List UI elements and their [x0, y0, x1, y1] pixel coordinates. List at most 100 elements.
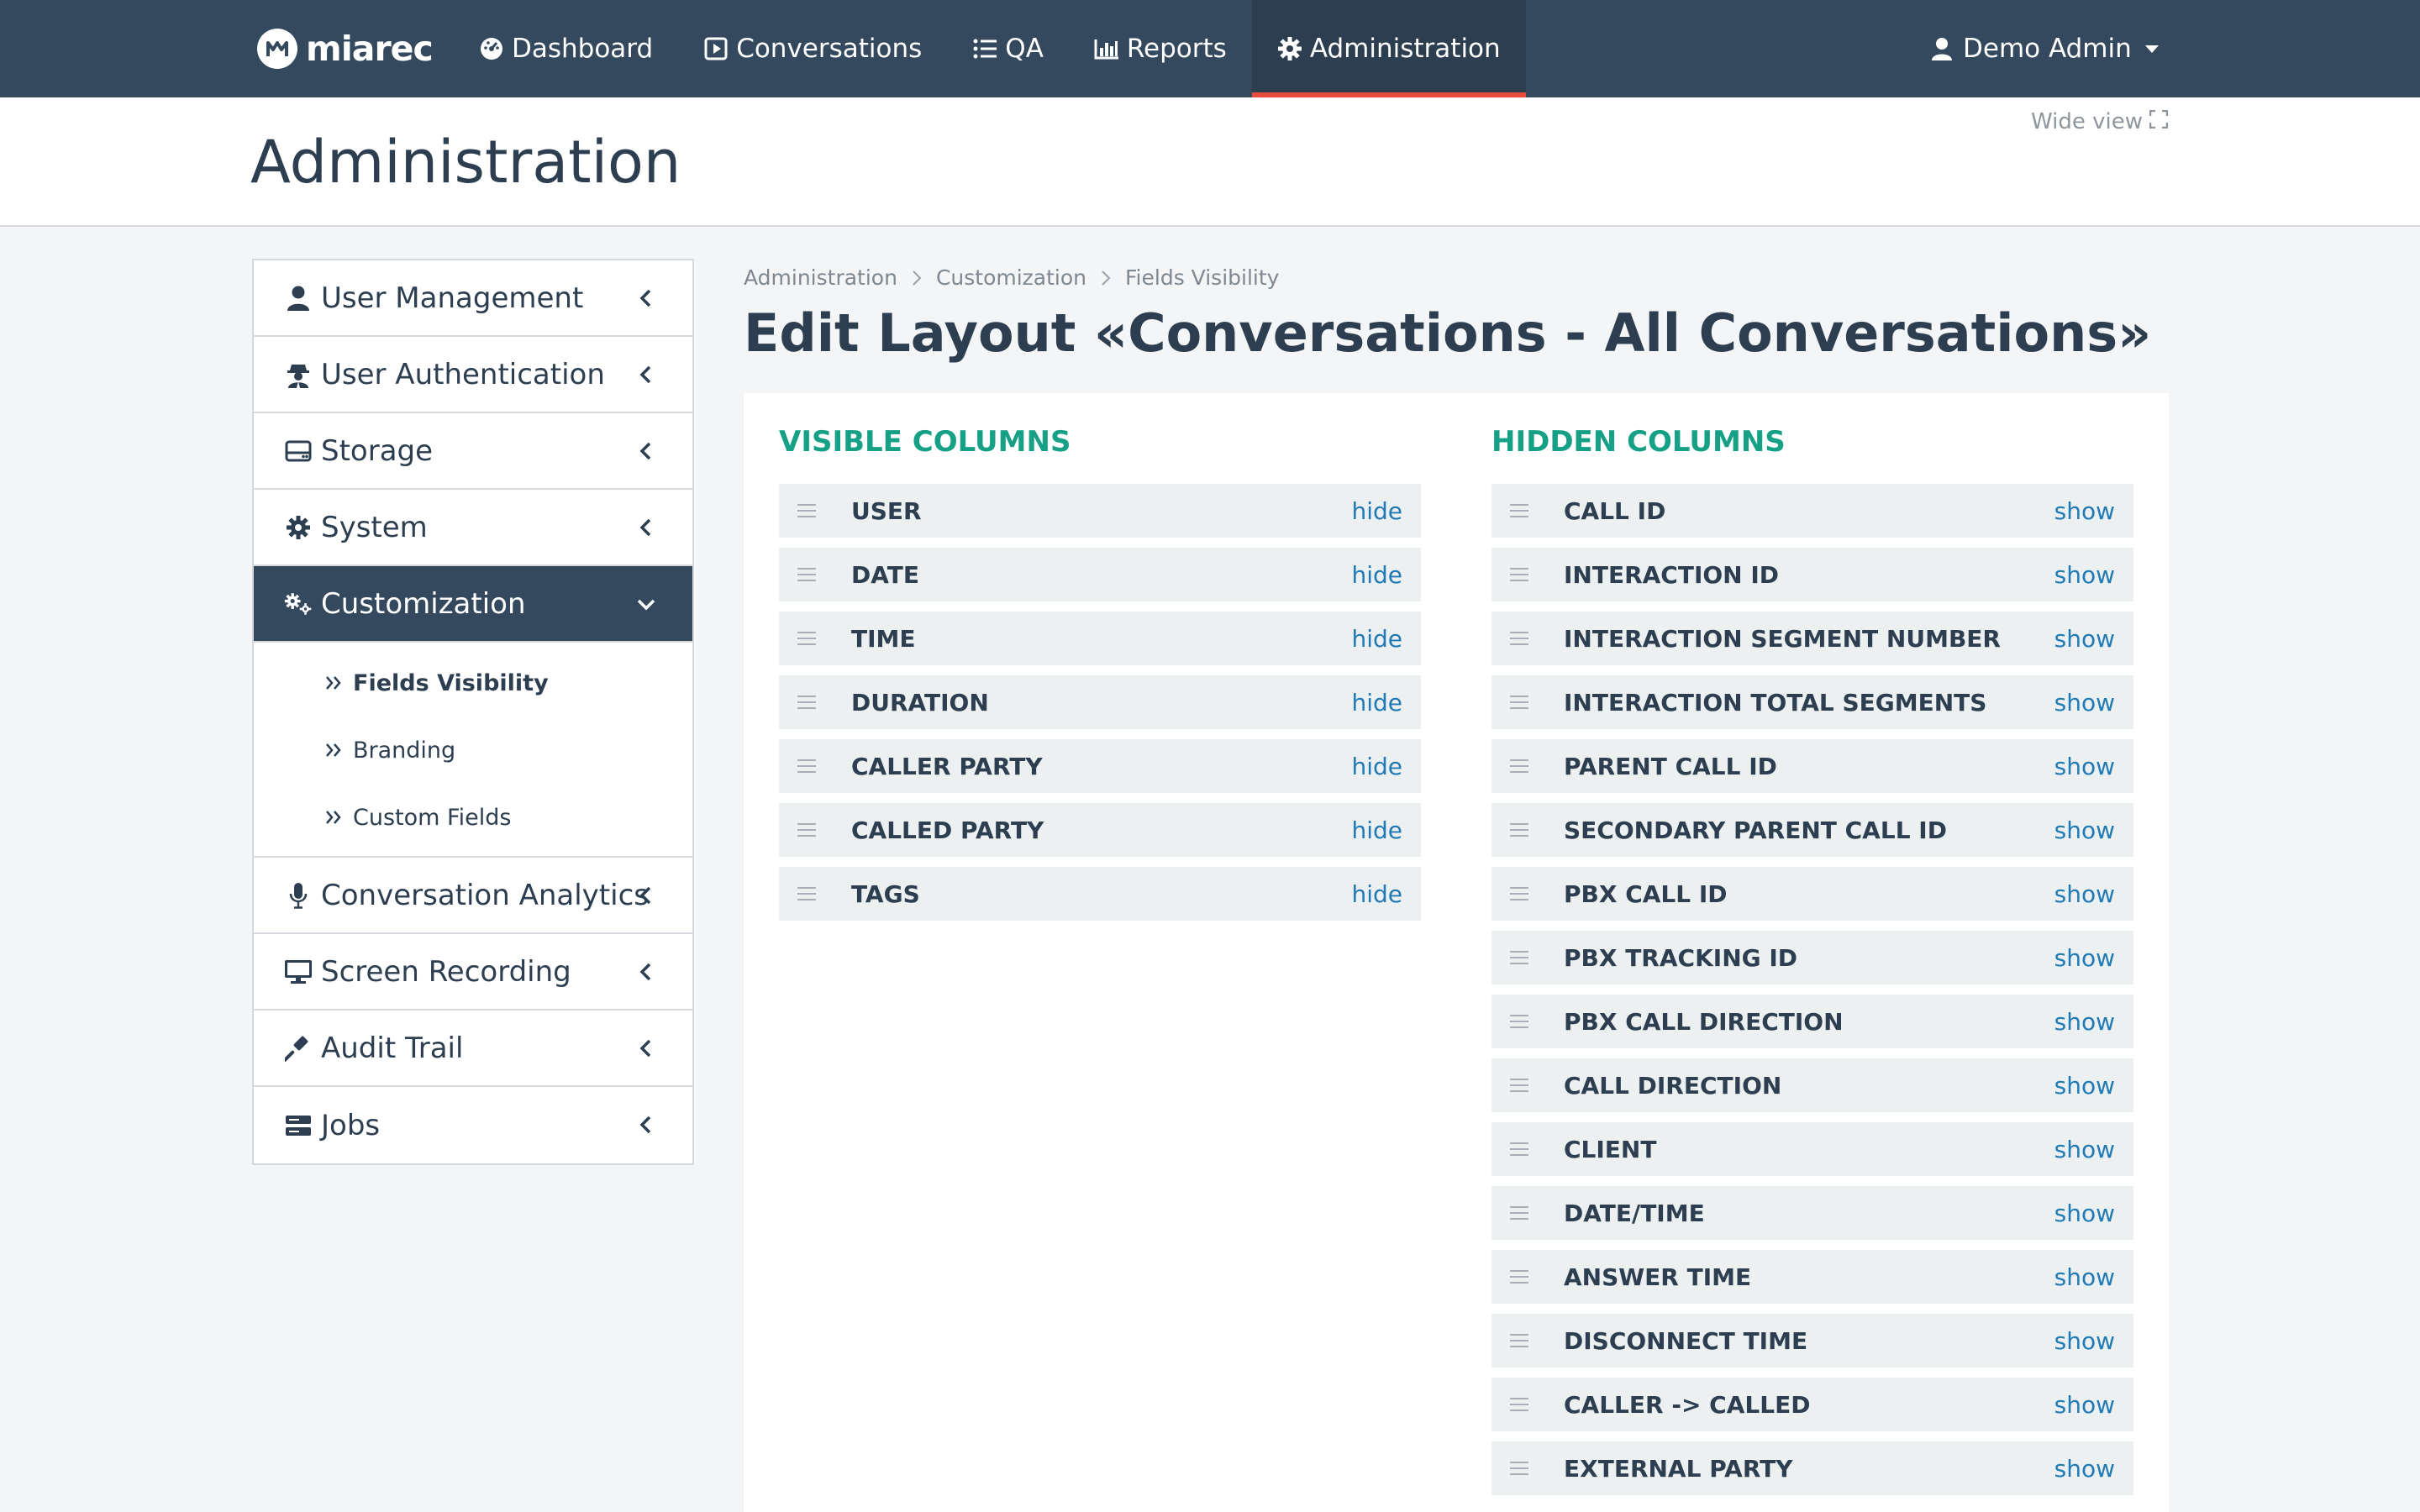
- field-row[interactable]: EXTERNAL PARTY show: [1491, 1441, 2133, 1495]
- field-name: PBX CALL DIRECTION: [1564, 1007, 1844, 1036]
- hide-link[interactable]: hide: [1351, 816, 1402, 844]
- nav-conversations[interactable]: Conversations: [678, 0, 947, 97]
- drag-handle-icon[interactable]: [797, 887, 816, 900]
- sidebar-item-user-authentication[interactable]: User Authentication: [254, 337, 692, 413]
- drag-handle-icon[interactable]: [1510, 632, 1528, 645]
- sidebar-item-audit-trail[interactable]: Audit Trail: [254, 1011, 692, 1087]
- field-row[interactable]: PBX CALL ID show: [1491, 867, 2133, 921]
- drag-handle-icon[interactable]: [1510, 504, 1528, 517]
- sidebar-item-system[interactable]: System: [254, 490, 692, 566]
- show-link[interactable]: show: [2054, 625, 2115, 653]
- hide-link[interactable]: hide: [1351, 625, 1402, 653]
- field-row[interactable]: PBX CALL DIRECTION show: [1491, 995, 2133, 1048]
- drag-handle-icon[interactable]: [1510, 887, 1528, 900]
- sidebar-item-storage[interactable]: Storage: [254, 413, 692, 490]
- drag-handle-icon[interactable]: [1510, 1079, 1528, 1092]
- show-link[interactable]: show: [2054, 880, 2115, 908]
- field-row[interactable]: PARENT CALL ID show: [1491, 739, 2133, 793]
- field-row[interactable]: CALLER PARTY hide: [779, 739, 1421, 793]
- drag-handle-icon[interactable]: [1510, 1334, 1528, 1347]
- show-link[interactable]: show: [2054, 1391, 2115, 1419]
- field-row[interactable]: DATE/TIME show: [1491, 1186, 2133, 1240]
- nav-qa[interactable]: QA: [947, 0, 1069, 97]
- gavel-icon: [284, 1034, 313, 1063]
- submenu-branding[interactable]: Branding: [254, 717, 692, 784]
- sidebar-item-screen-recording[interactable]: Screen Recording: [254, 934, 692, 1011]
- drag-handle-icon[interactable]: [1510, 568, 1528, 581]
- breadcrumb-customization[interactable]: Customization: [936, 265, 1086, 290]
- wide-view-toggle[interactable]: Wide view: [2031, 109, 2169, 134]
- chevron-right-icon: [1102, 270, 1111, 286]
- drag-handle-icon[interactable]: [797, 632, 816, 645]
- hide-link[interactable]: hide: [1351, 880, 1402, 908]
- field-row[interactable]: CLIENT show: [1491, 1122, 2133, 1176]
- hide-link[interactable]: hide: [1351, 497, 1402, 525]
- drag-handle-icon[interactable]: [1510, 1398, 1528, 1411]
- hide-link[interactable]: hide: [1351, 561, 1402, 589]
- sidebar-item-label: Screen Recording: [321, 954, 571, 989]
- field-row[interactable]: DISCONNECT TIME show: [1491, 1314, 2133, 1368]
- drag-handle-icon[interactable]: [1510, 1142, 1528, 1156]
- field-row[interactable]: CALLED PARTY hide: [779, 803, 1421, 857]
- hide-link[interactable]: hide: [1351, 753, 1402, 780]
- drag-handle-icon[interactable]: [797, 504, 816, 517]
- field-row[interactable]: ANSWER TIME show: [1491, 1250, 2133, 1304]
- field-row[interactable]: DATE hide: [779, 548, 1421, 601]
- breadcrumb: Administration Customization Fields Visi…: [744, 265, 1279, 290]
- nav-dashboard[interactable]: Dashboard: [454, 0, 678, 97]
- field-row[interactable]: CALLER -> CALLED show: [1491, 1378, 2133, 1431]
- drag-handle-icon[interactable]: [1510, 1462, 1528, 1475]
- submenu-custom-fields[interactable]: Custom Fields: [254, 784, 692, 851]
- show-link[interactable]: show: [2054, 1200, 2115, 1227]
- hide-link[interactable]: hide: [1351, 689, 1402, 717]
- show-link[interactable]: show: [2054, 816, 2115, 844]
- drag-handle-icon[interactable]: [1510, 759, 1528, 773]
- drag-handle-icon[interactable]: [1510, 823, 1528, 837]
- sidebar-item-jobs[interactable]: Jobs: [254, 1087, 692, 1163]
- show-link[interactable]: show: [2054, 1008, 2115, 1036]
- drag-handle-icon[interactable]: [1510, 1206, 1528, 1220]
- show-link[interactable]: show: [2054, 944, 2115, 972]
- field-row[interactable]: TAGS hide: [779, 867, 1421, 921]
- user-menu-dropdown[interactable]: Demo Admin: [1929, 0, 2159, 97]
- field-row[interactable]: INTERACTION SEGMENT NUMBER show: [1491, 612, 2133, 665]
- sidebar-item-customization[interactable]: Customization: [254, 566, 692, 643]
- nav-reports[interactable]: Reports: [1069, 0, 1252, 97]
- show-link[interactable]: show: [2054, 689, 2115, 717]
- nav-administration[interactable]: Administration: [1251, 0, 1526, 97]
- show-link[interactable]: show: [2054, 753, 2115, 780]
- field-row[interactable]: CALL ID show: [1491, 484, 2133, 538]
- drag-handle-icon[interactable]: [797, 759, 816, 773]
- show-link[interactable]: show: [2054, 497, 2115, 525]
- sidebar-item-user-management[interactable]: User Management: [254, 260, 692, 337]
- drag-handle-icon[interactable]: [1510, 1270, 1528, 1284]
- submenu-label: Custom Fields: [353, 804, 512, 831]
- field-row[interactable]: INTERACTION TOTAL SEGMENTS show: [1491, 675, 2133, 729]
- show-link[interactable]: show: [2054, 561, 2115, 589]
- show-link[interactable]: show: [2054, 1072, 2115, 1100]
- field-name: USER: [851, 496, 922, 525]
- field-row[interactable]: DURATION hide: [779, 675, 1421, 729]
- field-row[interactable]: INTERACTION ID show: [1491, 548, 2133, 601]
- field-row[interactable]: PBX TRACKING ID show: [1491, 931, 2133, 984]
- submenu-fields-visibility[interactable]: Fields Visibility: [254, 649, 692, 717]
- miarec-logo[interactable]: miarec: [257, 24, 434, 74]
- drag-handle-icon[interactable]: [1510, 696, 1528, 709]
- show-link[interactable]: show: [2054, 1327, 2115, 1355]
- field-row[interactable]: USER hide: [779, 484, 1421, 538]
- field-row[interactable]: TIME hide: [779, 612, 1421, 665]
- drag-handle-icon[interactable]: [797, 568, 816, 581]
- breadcrumb-administration[interactable]: Administration: [744, 265, 897, 290]
- field-row[interactable]: CALL DIRECTION show: [1491, 1058, 2133, 1112]
- show-link[interactable]: show: [2054, 1263, 2115, 1291]
- field-row[interactable]: SECONDARY PARENT CALL ID show: [1491, 803, 2133, 857]
- field-name: PBX CALL ID: [1564, 879, 1728, 908]
- drag-handle-icon[interactable]: [1510, 951, 1528, 964]
- nav-administration-label: Administration: [1309, 34, 1501, 64]
- drag-handle-icon[interactable]: [1510, 1015, 1528, 1028]
- sidebar-item-conversation-analytics[interactable]: Conversation Analytics: [254, 858, 692, 934]
- drag-handle-icon[interactable]: [797, 823, 816, 837]
- show-link[interactable]: show: [2054, 1455, 2115, 1483]
- show-link[interactable]: show: [2054, 1136, 2115, 1163]
- drag-handle-icon[interactable]: [797, 696, 816, 709]
